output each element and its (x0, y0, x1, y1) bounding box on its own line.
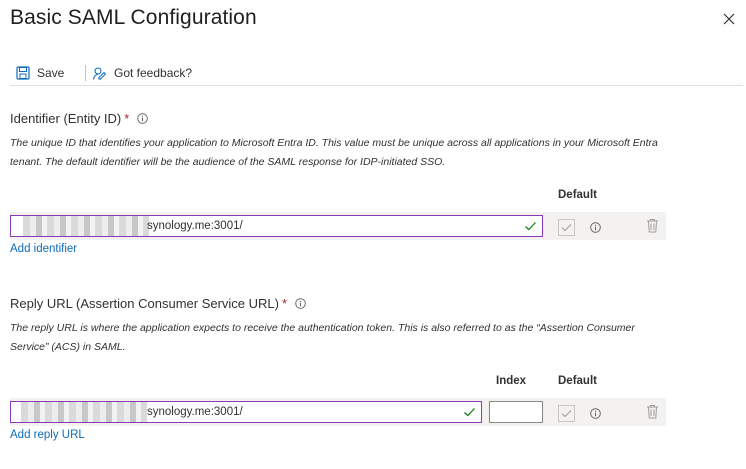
reply-default-checkbox[interactable] (558, 405, 575, 422)
reply-delete-trash-icon[interactable] (646, 404, 659, 419)
identifier-input[interactable]: synology.me:3001/ (10, 215, 543, 237)
reply-default-info-icon[interactable] (590, 408, 601, 419)
reply-url-description: The reply URL is where the application e… (10, 322, 635, 353)
save-icon (16, 66, 30, 80)
identifier-default-info-icon[interactable] (590, 222, 601, 233)
identifier-label: Identifier (Entity ID) * (10, 111, 149, 126)
info-icon[interactable] (137, 113, 149, 124)
identifier-label-text: Identifier (Entity ID) (10, 111, 122, 126)
save-label: Save (37, 66, 65, 80)
reply-url-input[interactable]: synology.me:3001/ (10, 401, 482, 423)
feedback-label: Got feedback? (114, 66, 193, 80)
checkbox-check-icon (561, 224, 572, 232)
command-bar: Save Got feedback? (10, 60, 743, 86)
required-mark: * (124, 111, 130, 126)
checkmark-icon (525, 222, 536, 231)
reply-index-header: Index (496, 375, 527, 387)
redacted-region (21, 402, 147, 422)
save-button[interactable]: Save (16, 63, 64, 83)
required-mark: * (282, 296, 288, 311)
reply-default-header: Default (558, 375, 597, 387)
checkmark-icon (464, 408, 475, 417)
identifier-default-header: Default (558, 189, 597, 201)
reply-url-label-text: Reply URL (Assertion Consumer Service UR… (10, 296, 279, 311)
identifier-default-checkbox[interactable] (558, 219, 575, 236)
feedback-icon (92, 66, 107, 80)
page-title: Basic SAML Configuration (10, 6, 257, 29)
toolbar-divider (85, 65, 86, 81)
reply-url-label: Reply URL (Assertion Consumer Service UR… (10, 296, 306, 311)
redacted-region (23, 216, 149, 236)
reply-index-input[interactable] (489, 401, 543, 423)
identifier-delete-trash-icon[interactable] (646, 218, 659, 233)
close-button[interactable] (718, 8, 740, 30)
add-identifier-link[interactable]: Add identifier (10, 243, 77, 255)
close-icon (723, 13, 735, 25)
feedback-button[interactable]: Got feedback? (92, 63, 192, 83)
identifier-description: The unique ID that identifies your appli… (10, 137, 658, 168)
reply-url-value: synology.me:3001/ (147, 406, 243, 418)
add-reply-url-link[interactable]: Add reply URL (10, 429, 85, 441)
identifier-value: synology.me:3001/ (147, 220, 243, 232)
info-icon[interactable] (295, 298, 306, 309)
checkbox-check-icon (561, 410, 572, 418)
